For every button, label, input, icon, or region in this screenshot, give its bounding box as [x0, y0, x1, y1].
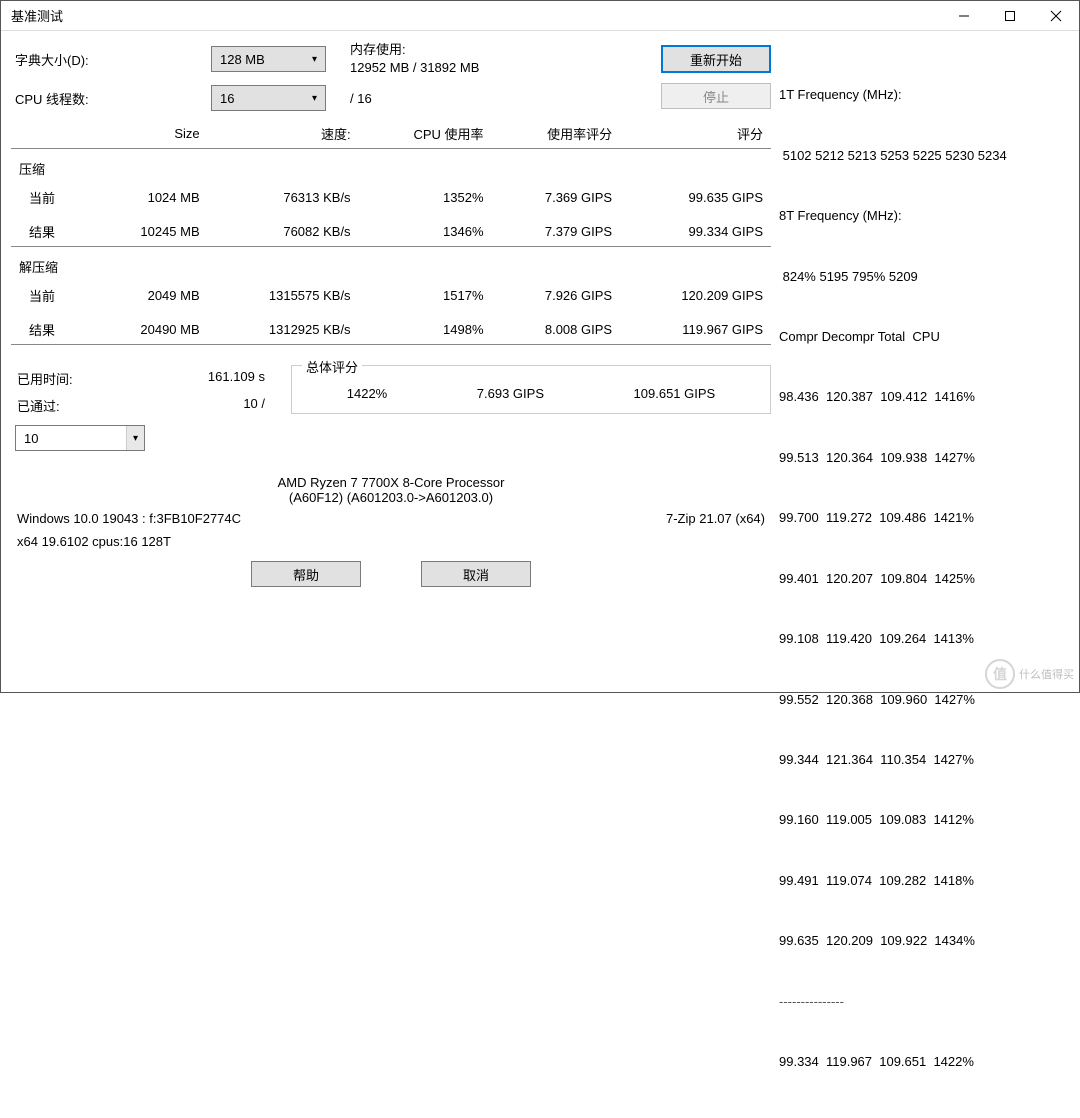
- stats-row: 99.108 119.420 109.264 1413%: [779, 629, 1069, 649]
- col-rpu: 使用率评分: [492, 119, 621, 149]
- threads-select[interactable]: 16 ▾: [211, 85, 326, 111]
- dict-size-value: 128 MB: [220, 52, 265, 67]
- table-row: 当前 2049 MB 1315575 KB/s 1517% 7.926 GIPS…: [11, 281, 771, 310]
- watermark-text: 什么值得买: [1019, 666, 1074, 682]
- stats-divider: ---------------: [779, 992, 1069, 1012]
- minimize-button[interactable]: [941, 1, 987, 31]
- stats-row: 99.344 121.364 110.354 1427%: [779, 750, 1069, 770]
- stats-row: 99.700 119.272 109.486 1421%: [779, 508, 1069, 528]
- elapsed-label: 已用时间:: [17, 369, 208, 388]
- freq-1t-label: 1T Frequency (MHz):: [779, 85, 1069, 105]
- os-info: Windows 10.0 19043 : f:3FB10F2774C: [17, 511, 241, 526]
- table-row: 当前 1024 MB 76313 KB/s 1352% 7.369 GIPS 9…: [11, 183, 771, 212]
- threads-total: / 16: [350, 91, 372, 106]
- maximize-button[interactable]: [987, 1, 1033, 31]
- overall-title: 总体评分: [302, 357, 362, 376]
- col-cpu: CPU 使用率: [359, 119, 492, 149]
- table-row: 结果 20490 MB 1312925 KB/s 1498% 8.008 GIP…: [11, 310, 771, 345]
- side-panel: 1T Frequency (MHz): 5102 5212 5213 5253 …: [779, 41, 1069, 1112]
- watermark: 值 什么值得买: [985, 659, 1074, 689]
- footer-info: AMD Ryzen 7 7700X 8-Core Processor (A60F…: [11, 457, 771, 587]
- content-area: 字典大小(D): 128 MB ▾ 内存使用: 12952 MB / 31892…: [1, 31, 1079, 1118]
- arch-info: x64 19.6102 cpus:16 128T: [17, 534, 171, 549]
- stats-row: 99.513 120.364 109.938 1427%: [779, 448, 1069, 468]
- stats-row: 99.491 119.074 109.282 1418%: [779, 871, 1069, 891]
- stats-total: 99.334 119.967 109.651 1422%: [779, 1052, 1069, 1072]
- watermark-icon: 值: [985, 659, 1015, 689]
- freq-1t: 5102 5212 5213 5253 5225 5230 5234: [779, 146, 1069, 166]
- top-form: 字典大小(D): 128 MB ▾ 内存使用: 12952 MB / 31892…: [11, 41, 771, 119]
- cpu-id: (A60F12) (A601203.0->A601203.0): [11, 490, 771, 505]
- overall-rating: 109.651 GIPS: [634, 386, 716, 401]
- dict-size-select[interactable]: 128 MB ▾: [211, 46, 326, 72]
- stats-row: 99.635 120.209 109.922 1434%: [779, 931, 1069, 951]
- help-button[interactable]: 帮助: [251, 561, 361, 587]
- overall-cpu: 1422%: [347, 386, 387, 401]
- results-table: Size 速度: CPU 使用率 使用率评分 评分 压缩 当前 1024 MB …: [11, 119, 771, 345]
- overall-rating: 总体评分 1422% 7.693 GIPS 109.651 GIPS: [291, 365, 771, 414]
- col-size: Size: [91, 119, 207, 149]
- passes-value: 10 /: [243, 396, 265, 415]
- close-button[interactable]: [1033, 1, 1079, 31]
- threads-label: CPU 线程数:: [11, 89, 211, 108]
- chevron-down-icon: ▾: [312, 54, 317, 65]
- memory-usage: 内存使用: 12952 MB / 31892 MB: [350, 41, 479, 77]
- cancel-button[interactable]: 取消: [421, 561, 531, 587]
- dict-size-label: 字典大小(D):: [11, 50, 211, 69]
- threads-value: 16: [220, 91, 234, 106]
- stats-header: Compr Decompr Total CPU: [779, 327, 1069, 347]
- overall-rpu: 7.693 GIPS: [477, 386, 544, 401]
- stats-row: 99.160 119.005 109.083 1412%: [779, 810, 1069, 830]
- table-row: 结果 10245 MB 76082 KB/s 1346% 7.379 GIPS …: [11, 212, 771, 247]
- app-info: 7-Zip 21.07 (x64): [666, 511, 765, 526]
- restart-button[interactable]: 重新开始: [661, 45, 771, 73]
- col-speed: 速度:: [208, 119, 359, 149]
- memory-value: 12952 MB / 31892 MB: [350, 59, 479, 77]
- stop-button: 停止: [661, 83, 771, 109]
- passes-label: 已通过:: [17, 396, 243, 415]
- benchmark-window: 基准测试 字典大小(D): 128 MB ▾ 内存使用:: [0, 0, 1080, 693]
- chevron-down-icon: ▾: [312, 93, 317, 104]
- decompress-section: 解压缩: [11, 247, 771, 282]
- stats-row: 98.436 120.387 109.412 1416%: [779, 387, 1069, 407]
- chevron-down-icon: ▾: [126, 426, 144, 450]
- lower-area: 已用时间:161.109 s 已通过:10 / 10 ▾ 总体评分 1422% …: [11, 365, 771, 451]
- cpu-name: AMD Ryzen 7 7700X 8-Core Processor: [11, 475, 771, 490]
- freq-8t: 824% 5195 795% 5209: [779, 267, 1069, 287]
- passes-select[interactable]: 10 ▾: [15, 425, 145, 451]
- freq-8t-label: 8T Frequency (MHz):: [779, 206, 1069, 226]
- window-title: 基准测试: [11, 6, 941, 25]
- memory-label: 内存使用:: [350, 41, 479, 59]
- window-controls: [941, 1, 1079, 31]
- elapsed-value: 161.109 s: [208, 369, 265, 388]
- titlebar: 基准测试: [1, 1, 1079, 31]
- compress-section: 压缩: [11, 149, 771, 184]
- col-rating: 评分: [620, 119, 771, 149]
- stats-row: 99.401 120.207 109.804 1425%: [779, 569, 1069, 589]
- left-panel: 字典大小(D): 128 MB ▾ 内存使用: 12952 MB / 31892…: [11, 41, 771, 1112]
